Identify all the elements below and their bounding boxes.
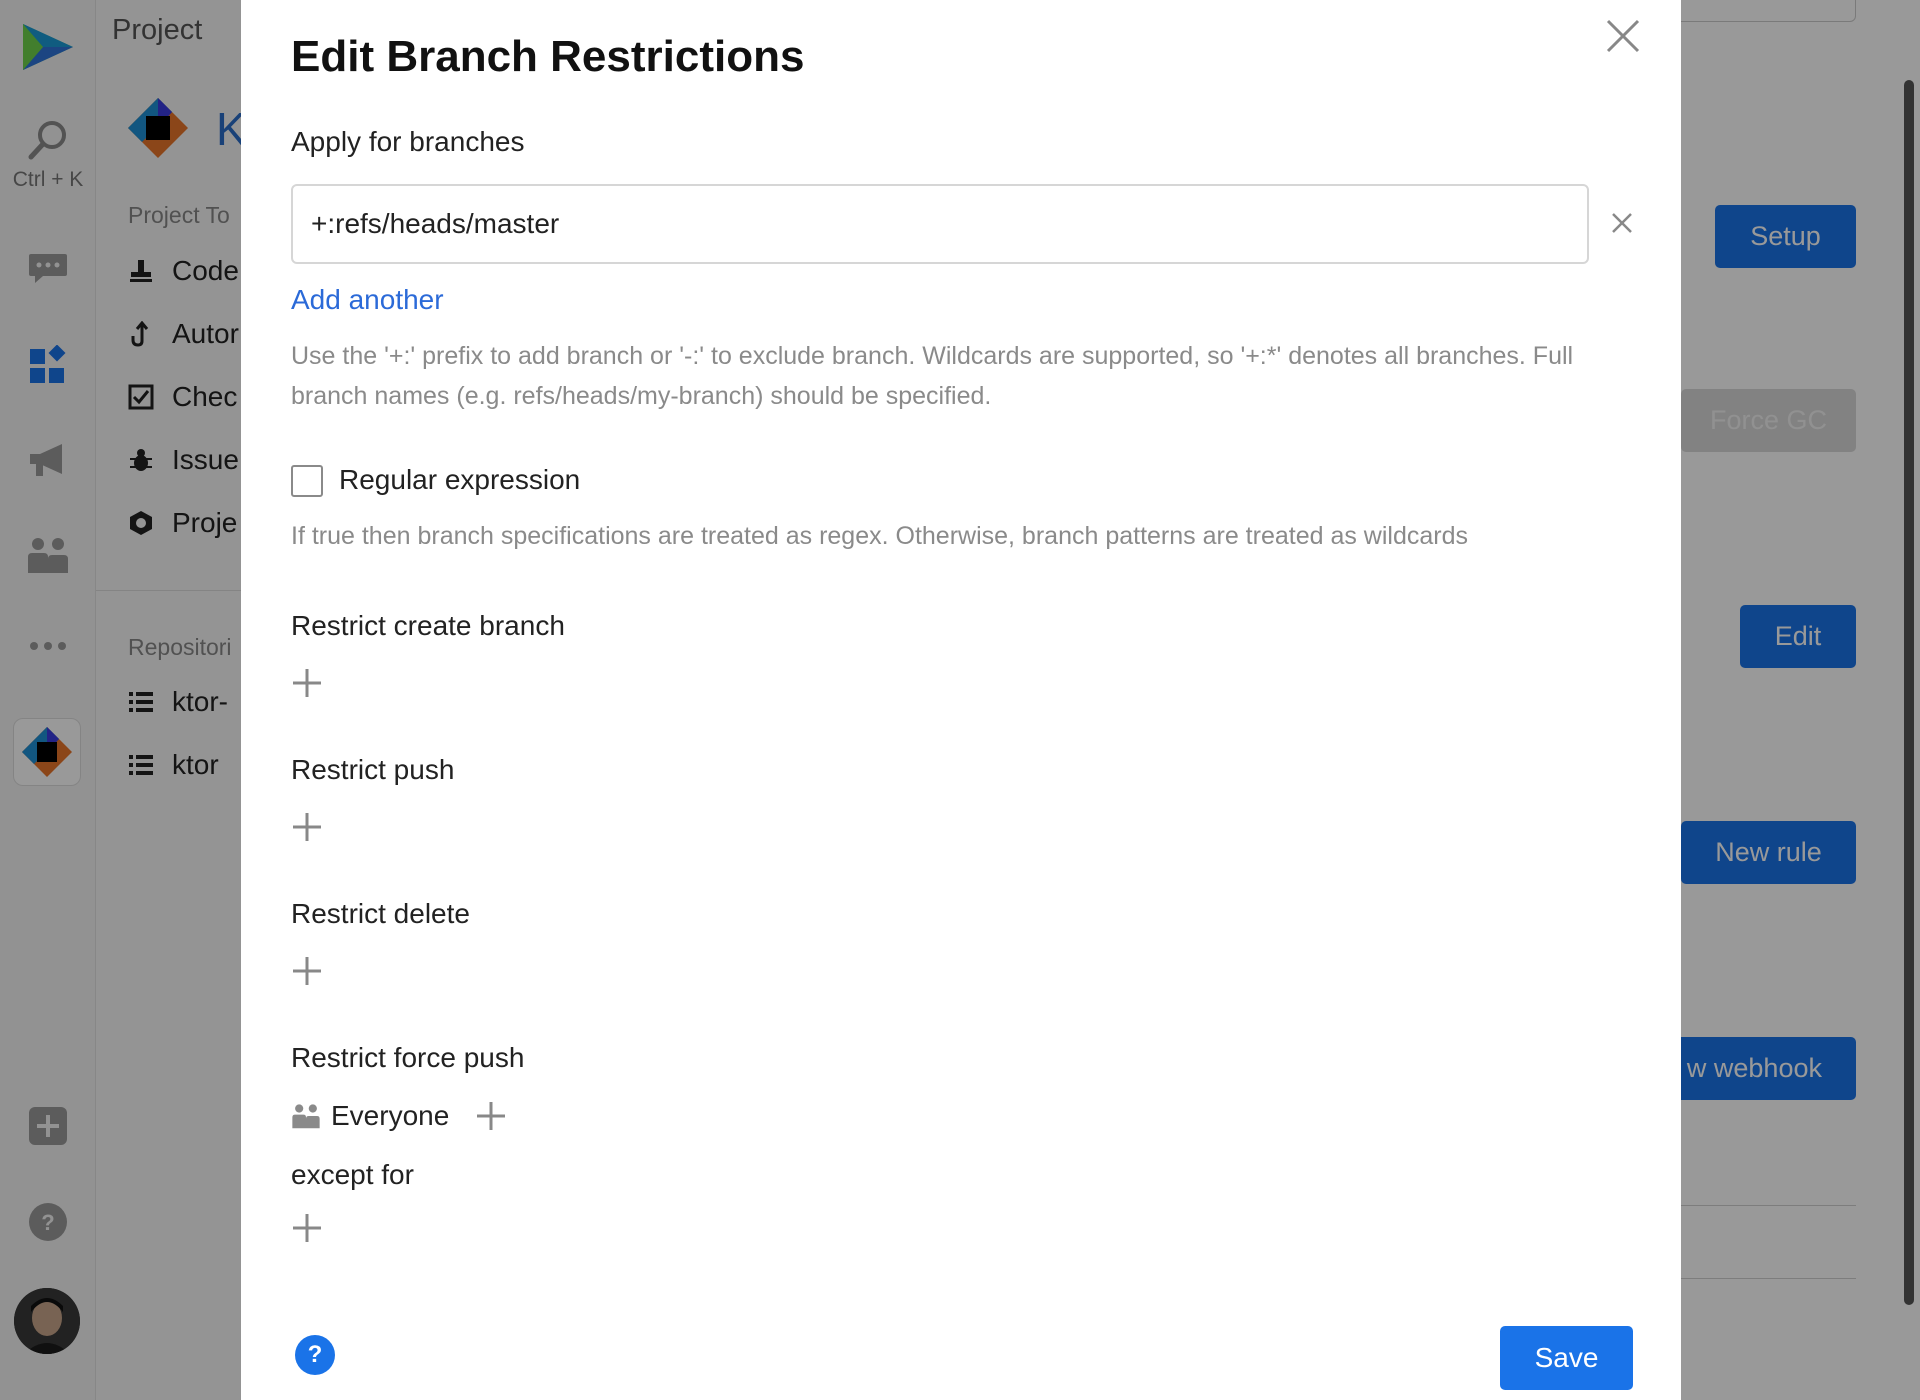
- add-create-restriction-plus-icon[interactable]: [291, 667, 323, 699]
- clear-icon[interactable]: [1609, 210, 1635, 236]
- add-force-push-restriction-plus-icon[interactable]: [475, 1100, 507, 1132]
- save-button[interactable]: Save: [1500, 1326, 1633, 1390]
- add-push-restriction-plus-icon[interactable]: [291, 811, 323, 843]
- restrict-force-push-label: Restrict force push: [291, 1042, 525, 1073]
- add-delete-restriction-plus-icon[interactable]: [291, 955, 323, 987]
- branch-spec-input[interactable]: [291, 184, 1589, 264]
- apply-for-branches-label: Apply for branches: [291, 126, 525, 157]
- add-another-link[interactable]: Add another: [291, 284, 444, 316]
- branch-help-text: Use the '+:' prefix to add branch or '-:…: [291, 342, 1574, 410]
- everyone-label: Everyone: [331, 1100, 450, 1131]
- restrict-delete-label: Restrict delete: [291, 898, 470, 929]
- help-icon[interactable]: ?: [295, 1335, 335, 1375]
- restrict-push-label: Restrict push: [291, 754, 455, 785]
- regex-checkbox[interactable]: [291, 465, 323, 497]
- everyone-chip: Everyone: [291, 1100, 507, 1132]
- regex-help-text: If true then branch specifications are t…: [291, 522, 1469, 550]
- team-icon: [292, 1104, 320, 1129]
- close-icon[interactable]: [1603, 16, 1643, 56]
- dialog-title: Edit Branch Restrictions: [291, 32, 805, 81]
- edit-branch-restrictions-dialog: Edit Branch Restrictions Apply for branc…: [241, 0, 1681, 1400]
- regex-label: Regular expression: [339, 464, 581, 495]
- except-for-label: except for: [291, 1159, 414, 1190]
- restrict-create-label: Restrict create branch: [291, 610, 565, 641]
- add-exception-plus-icon[interactable]: [291, 1212, 323, 1244]
